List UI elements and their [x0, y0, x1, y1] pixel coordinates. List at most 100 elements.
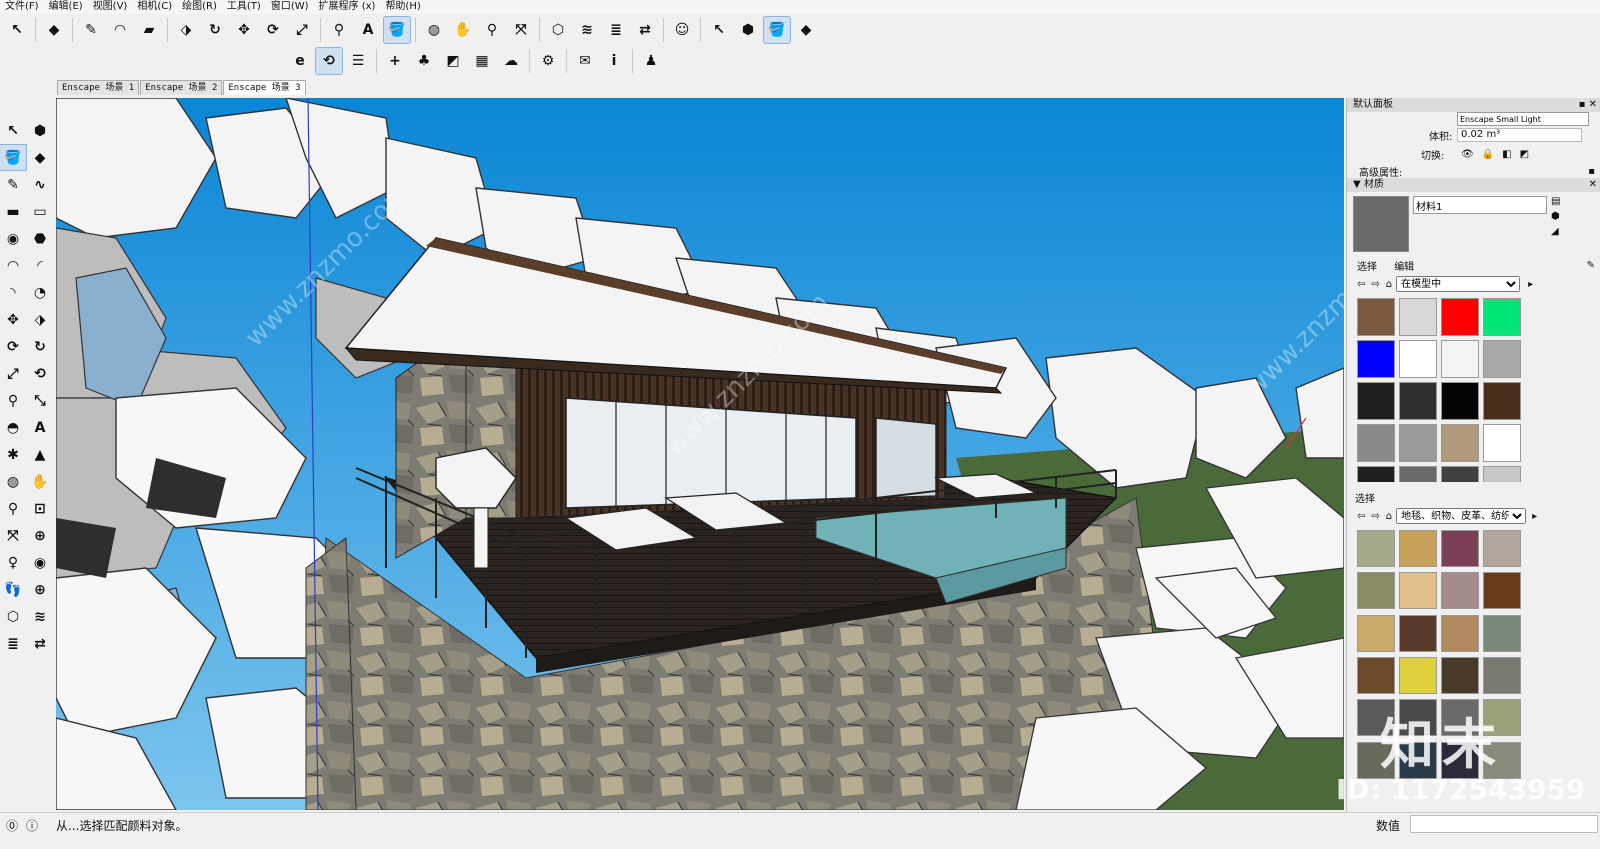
material-swatch[interactable]: [1441, 614, 1479, 652]
enscape-settings-icon[interactable]: ⚙: [535, 48, 561, 74]
close-icon[interactable]: ✕: [1589, 178, 1600, 192]
dimension-icon[interactable]: ⤡: [27, 388, 53, 413]
select-icon[interactable]: ↖: [4, 17, 30, 43]
text-icon[interactable]: A: [355, 17, 381, 43]
previous-view-icon[interactable]: ⊕: [27, 523, 53, 548]
material-swatch[interactable]: [1357, 656, 1395, 694]
material-swatch[interactable]: [1399, 424, 1437, 462]
tape-measure-icon[interactable]: ⚲: [0, 388, 26, 413]
create-material-icon[interactable]: ⬢: [1551, 211, 1560, 222]
default-material-icon[interactable]: ◢: [1551, 226, 1560, 237]
paint-small-icon[interactable]: 🪣: [763, 16, 791, 44]
material-swatch[interactable]: [1357, 530, 1395, 567]
visible-eye-icon[interactable]: 👁: [1461, 149, 1474, 160]
enscape-texture-icon[interactable]: ▦: [469, 48, 495, 74]
forward-arrow-icon[interactable]: ⇨: [1371, 511, 1379, 522]
paint-bucket-icon[interactable]: 🪣: [383, 16, 411, 44]
account-icon[interactable]: ☺: [669, 17, 695, 43]
share-model-icon[interactable]: ⇄: [632, 17, 658, 43]
definition-field[interactable]: [1457, 112, 1589, 126]
freehand-icon[interactable]: ∿: [27, 172, 53, 197]
pan-icon[interactable]: ✋: [450, 17, 476, 43]
warehouse-icon[interactable]: ⬡: [0, 604, 26, 629]
paint-bucket-icon[interactable]: 🪣: [0, 144, 27, 171]
enscape-material-icon[interactable]: ◩: [440, 48, 466, 74]
material-swatch[interactable]: [1399, 466, 1437, 482]
component-icon[interactable]: ⬢: [27, 118, 53, 143]
rotated-rectangle-icon[interactable]: ▭: [27, 199, 53, 224]
enscape-add-icon[interactable]: +: [382, 48, 408, 74]
rectangle-icon[interactable]: ▰: [136, 17, 162, 43]
move-icon[interactable]: ✥: [231, 17, 257, 43]
material-swatch[interactable]: [1483, 466, 1521, 482]
material-swatch[interactable]: [1399, 340, 1437, 378]
material-swatch[interactable]: [1483, 340, 1521, 378]
menu-item-8[interactable]: 帮助(H): [380, 0, 425, 14]
material-swatch[interactable]: [1441, 424, 1479, 462]
cast-shadows-icon[interactable]: ◩: [1520, 149, 1529, 160]
walk-icon[interactable]: 👣: [0, 577, 26, 602]
material-swatch[interactable]: [1357, 340, 1395, 378]
menu-item-6[interactable]: 窗口(W): [266, 0, 314, 14]
library-select[interactable]: 在模型中: [1396, 276, 1521, 292]
tab-scene-1[interactable]: Enscape 场景 1: [57, 80, 140, 95]
select-icon[interactable]: ↖: [0, 118, 26, 143]
pencil-icon[interactable]: ✎: [78, 17, 104, 43]
material-swatch[interactable]: [1399, 382, 1437, 420]
material-name-field[interactable]: [1413, 196, 1547, 214]
menu-item-5[interactable]: 工具(T): [222, 0, 266, 14]
zoom-icon[interactable]: ⚲: [479, 17, 505, 43]
share-icon[interactable]: ⇄: [27, 631, 53, 656]
protractor-icon[interactable]: ◓: [0, 415, 26, 440]
home-icon[interactable]: ⌂: [1386, 279, 1392, 290]
measurements-field[interactable]: [1410, 815, 1598, 833]
receive-shadows-icon[interactable]: ◧: [1502, 149, 1511, 160]
eraser-icon[interactable]: ◆: [41, 17, 67, 43]
enscape-start-icon[interactable]: e: [287, 48, 313, 74]
follow-me-icon[interactable]: ↻: [27, 334, 53, 359]
enscape-views-icon[interactable]: ☰: [345, 48, 371, 74]
material-swatch[interactable]: [1357, 424, 1395, 462]
material-swatch[interactable]: [1441, 466, 1479, 482]
material-swatch[interactable]: [1441, 572, 1479, 610]
look-around-icon[interactable]: ◉: [27, 550, 53, 575]
menu-item-7[interactable]: 扩展程序 (x): [314, 0, 381, 14]
material-swatch[interactable]: [1357, 298, 1395, 336]
tab-scene-2[interactable]: Enscape 场景 2: [140, 80, 223, 95]
extension-warehouse-icon[interactable]: ≋: [574, 17, 600, 43]
material-swatch[interactable]: [1399, 530, 1437, 567]
polygon-icon[interactable]: ⬣: [27, 226, 53, 251]
material-swatch[interactable]: [1399, 572, 1437, 610]
help-icon[interactable]: ⓪: [6, 817, 18, 834]
advanced-icon[interactable]: ▪: [1588, 166, 1595, 177]
zoom-window-icon[interactable]: ⊡: [27, 496, 53, 521]
enscape-info-icon[interactable]: i: [601, 48, 627, 74]
orbit-icon[interactable]: ◍: [421, 17, 447, 43]
material-swatch[interactable]: [1357, 572, 1395, 610]
library2-select[interactable]: 地毯、织物、皮革、纺织品: [1396, 508, 1527, 524]
3d-text-icon[interactable]: ▲: [27, 442, 53, 467]
offset-icon[interactable]: ⟲: [27, 361, 53, 386]
orbit-icon[interactable]: ◍: [0, 469, 26, 494]
material-swatch[interactable]: [1399, 298, 1437, 336]
material-swatch[interactable]: [1483, 298, 1521, 336]
material-swatch[interactable]: [1399, 614, 1437, 652]
materials-title-bar[interactable]: ▼ 材质 ✕: [1347, 178, 1600, 192]
section-plane-icon[interactable]: ⊕: [27, 577, 53, 602]
enscape-feedback-icon[interactable]: ✉: [572, 48, 598, 74]
zoom-extents-icon[interactable]: ⤧: [508, 17, 534, 43]
material-swatch[interactable]: [1441, 530, 1479, 567]
warehouse-icon[interactable]: ⬡: [545, 17, 571, 43]
layers-icon[interactable]: ≣: [603, 17, 629, 43]
info-icon[interactable]: ⓘ: [26, 817, 38, 834]
enscape-asset-icon[interactable]: ♣: [411, 48, 437, 74]
material-swatch[interactable]: [1441, 340, 1479, 378]
forward-arrow-icon[interactable]: ⇨: [1371, 279, 1379, 290]
component-icon[interactable]: ⬢: [735, 17, 761, 43]
3d-viewport[interactable]: www.znzmo.com www.znzmo.com www.znzmo.co…: [56, 98, 1344, 810]
pie-icon[interactable]: ◔: [27, 280, 53, 305]
menu-item-3[interactable]: 相机(C): [132, 0, 177, 14]
zoom-extents-icon[interactable]: ⤧: [0, 523, 26, 548]
eraser-icon[interactable]: ◆: [27, 145, 53, 170]
arc-icon[interactable]: ◠: [107, 17, 133, 43]
